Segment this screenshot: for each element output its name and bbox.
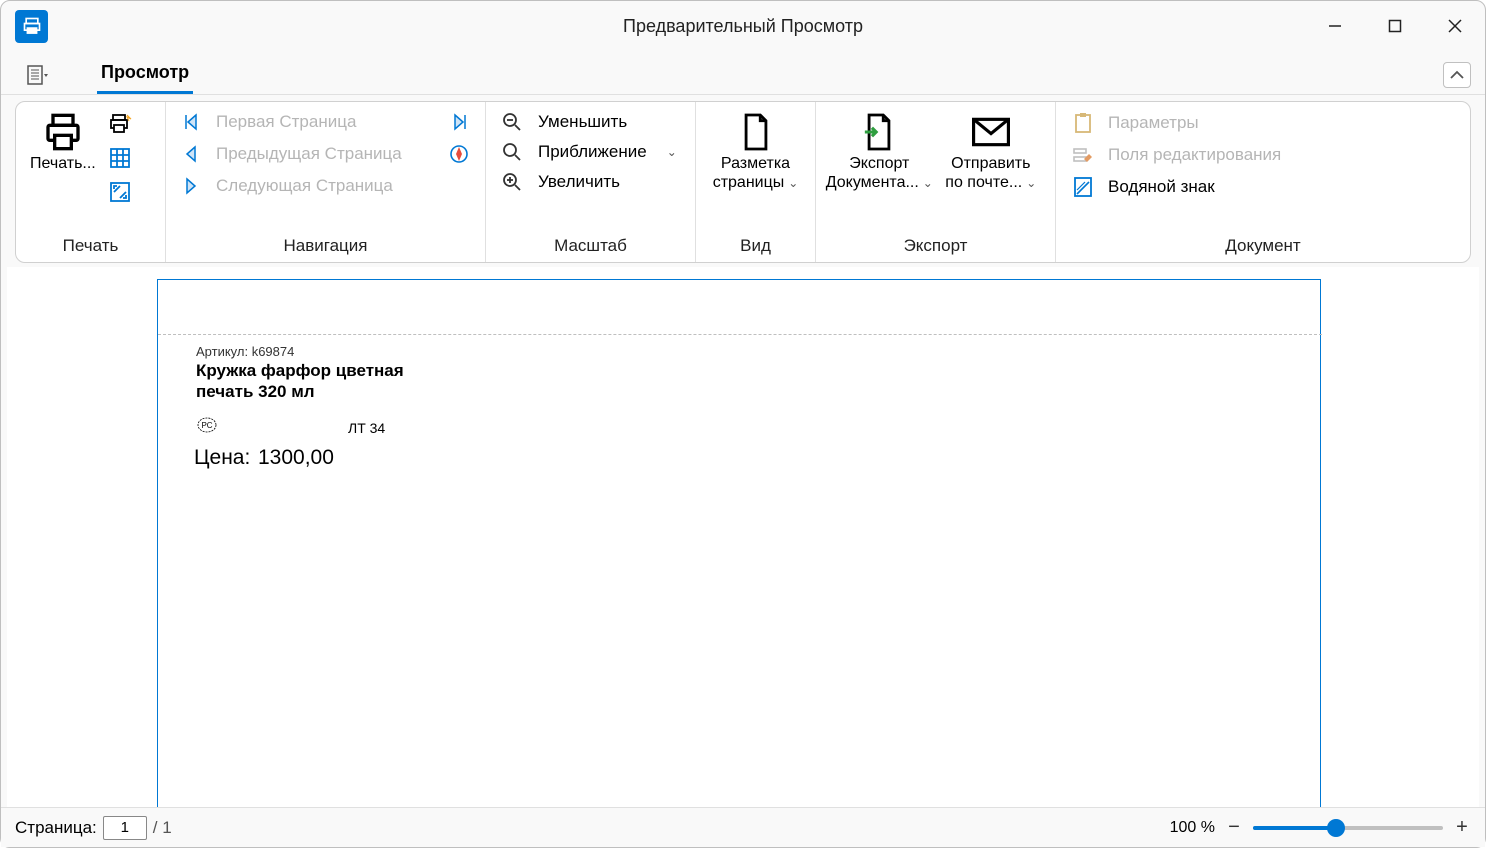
next-page-button[interactable]: Следующая Страница xyxy=(182,176,469,196)
chevron-down-icon: ⌄ xyxy=(667,145,677,159)
app-icon xyxy=(15,10,48,43)
zoom-slider[interactable] xyxy=(1253,819,1443,837)
scale-button[interactable] xyxy=(108,180,132,204)
group-navigation: Первая Страница Предыдущая Страница След… xyxy=(166,102,486,262)
zoom-in-icon xyxy=(502,172,522,192)
group-view-label: Вид xyxy=(704,232,807,262)
chevron-down-icon: ⌄ xyxy=(788,176,798,190)
zoom-out-button[interactable]: Уменьшить xyxy=(502,112,679,132)
zoom-plus-button[interactable]: + xyxy=(1453,816,1471,839)
group-print-label: Печать xyxy=(24,232,157,262)
page-layout-button[interactable]: Разметка страницы⌄ xyxy=(704,106,807,192)
product-name: Кружка фарфор цветная печать 320 мл xyxy=(196,360,416,403)
first-page-icon xyxy=(182,113,200,131)
minimize-button[interactable] xyxy=(1305,1,1365,51)
edit-fields-icon xyxy=(1072,144,1094,166)
printer-icon xyxy=(43,112,83,152)
export-document-button[interactable]: Экспорт Документа...⌄ xyxy=(824,106,935,192)
next-page-icon xyxy=(182,177,200,195)
prev-page-button[interactable]: Предыдущая Страница xyxy=(182,144,469,164)
export-icon xyxy=(862,112,896,152)
certification-icon: PC xyxy=(196,416,218,434)
send-mail-button[interactable]: Отправить по почте...⌄ xyxy=(935,106,1047,192)
tabbar: Просмотр xyxy=(1,51,1485,95)
zoom-percent-label: 100 % xyxy=(1170,819,1215,837)
chevron-down-icon: ⌄ xyxy=(923,176,933,190)
window-controls xyxy=(1305,1,1485,51)
window-title: Предварительный Просмотр xyxy=(623,16,863,37)
page-label: Страница: xyxy=(15,818,97,838)
zoom-out-icon xyxy=(502,112,522,132)
quick-print-icon xyxy=(108,112,132,136)
page-number-input[interactable] xyxy=(103,816,147,840)
group-navigation-label: Навигация xyxy=(174,232,477,262)
group-export-label: Экспорт xyxy=(824,232,1047,262)
first-page-button[interactable]: Первая Страница xyxy=(182,112,469,132)
titlebar: Предварительный Просмотр xyxy=(1,1,1485,51)
slider-thumb[interactable] xyxy=(1327,819,1345,837)
grid-icon xyxy=(108,146,132,170)
price-value: 1300,00 xyxy=(258,446,334,470)
page-icon xyxy=(739,112,773,152)
compass-icon xyxy=(449,144,469,164)
maximize-button[interactable] xyxy=(1365,1,1425,51)
chevron-down-icon: ⌄ xyxy=(1026,176,1036,190)
page-setup-button[interactable] xyxy=(108,146,132,170)
zoom-in-button[interactable]: Увеличить xyxy=(502,172,679,192)
mail-icon xyxy=(972,112,1010,152)
collapse-ribbon-button[interactable] xyxy=(1443,62,1471,88)
ribbon: Печать... Печать Первая Страница xyxy=(15,101,1471,263)
clipboard-icon xyxy=(1072,112,1094,134)
window: Предварительный Просмотр Просмотр Печать… xyxy=(0,0,1486,848)
group-zoom: Уменьшить Приближение ⌄ Увеличить Масшта… xyxy=(486,102,696,262)
group-document: Параметры Поля редактирования Водяной зн… xyxy=(1056,102,1470,262)
group-print: Печать... Печать xyxy=(16,102,166,262)
product-sku: Артикул: k69874 xyxy=(196,344,294,359)
scale-icon xyxy=(108,180,132,204)
lt-label: ЛТ 34 xyxy=(348,420,385,436)
group-document-label: Документ xyxy=(1064,232,1462,262)
group-zoom-label: Масштаб xyxy=(494,232,687,262)
zoom-icon xyxy=(502,142,522,162)
zoom-combo-button[interactable]: Приближение ⌄ xyxy=(502,142,679,162)
print-label: Печать... xyxy=(30,154,96,173)
svg-text:PC: PC xyxy=(201,421,212,430)
close-button[interactable] xyxy=(1425,1,1485,51)
preview-canvas[interactable]: Артикул: k69874 Кружка фарфор цветная пе… xyxy=(7,267,1479,807)
watermark-icon xyxy=(1072,176,1094,198)
tab-preview[interactable]: Просмотр xyxy=(97,62,193,94)
page-total: / 1 xyxy=(153,818,172,838)
price-label: Цена: xyxy=(194,446,250,470)
ribbon-menu-button[interactable] xyxy=(19,56,57,94)
watermark-button[interactable]: Водяной знак xyxy=(1072,176,1281,198)
statusbar: Страница: / 1 100 % − + xyxy=(1,807,1485,847)
last-page-icon xyxy=(451,113,469,131)
edit-fields-button[interactable]: Поля редактирования xyxy=(1072,144,1281,166)
prev-page-icon xyxy=(182,145,200,163)
page-preview: Артикул: k69874 Кружка фарфор цветная пе… xyxy=(157,279,1321,807)
quick-print-button[interactable] xyxy=(108,112,132,136)
print-button[interactable]: Печать... xyxy=(24,106,102,173)
group-view: Разметка страницы⌄ Вид xyxy=(696,102,816,262)
parameters-button[interactable]: Параметры xyxy=(1072,112,1281,134)
group-export: Экспорт Документа...⌄ Отправить по почте… xyxy=(816,102,1056,262)
page-divider xyxy=(158,334,1322,335)
zoom-minus-button[interactable]: − xyxy=(1225,816,1243,839)
